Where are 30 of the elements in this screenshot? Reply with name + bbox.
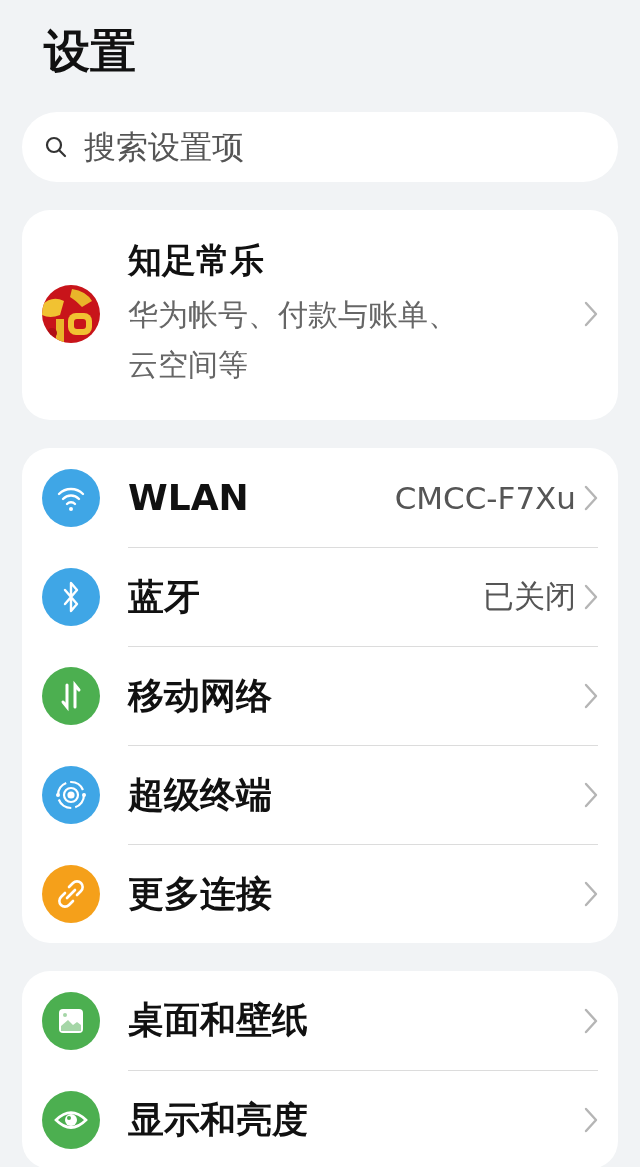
wifi-icon bbox=[42, 468, 100, 527]
setting-value: 已关闭 bbox=[483, 577, 576, 616]
search-field[interactable]: 搜索设置项 bbox=[22, 112, 618, 182]
setting-label[interactable]: 更多连接 bbox=[128, 869, 576, 919]
link-icon bbox=[42, 864, 100, 923]
chevron-right-icon bbox=[584, 881, 598, 907]
chevron-right-icon bbox=[584, 584, 598, 610]
setting-label[interactable]: 蓝牙 bbox=[128, 572, 475, 622]
setting-label[interactable]: 显示和亮度 bbox=[128, 1095, 576, 1145]
account-name: 知足常乐 bbox=[128, 239, 265, 282]
setting-label[interactable]: 桌面和壁纸 bbox=[128, 996, 576, 1045]
setting-label[interactable]: 移动网络 bbox=[128, 671, 576, 721]
chevron-right-icon bbox=[584, 301, 598, 327]
search-icon bbox=[44, 135, 68, 159]
setting-label[interactable]: WLAN bbox=[128, 477, 387, 518]
setting-value: CMCC-F7Xu bbox=[394, 479, 576, 516]
orbit-icon bbox=[42, 765, 100, 824]
setting-label[interactable]: 超级终端 bbox=[128, 770, 576, 820]
transfer-arrows-icon bbox=[42, 666, 100, 725]
eye-icon bbox=[42, 1090, 100, 1149]
account-subtitle: 华为帐号、付款与账单、云空间等 bbox=[128, 296, 459, 384]
chevron-right-icon bbox=[584, 484, 598, 511]
account-card[interactable]: 知足常乐 华为帐号、付款与账单、云空间等 bbox=[22, 210, 618, 420]
bluetooth-icon bbox=[42, 567, 100, 626]
chevron-right-icon bbox=[584, 683, 598, 709]
chevron-right-icon bbox=[584, 1107, 598, 1133]
chevron-right-icon bbox=[584, 1007, 598, 1034]
page-title: 设置 bbox=[44, 23, 137, 80]
image-icon bbox=[42, 991, 100, 1050]
chevron-right-icon bbox=[584, 782, 598, 808]
